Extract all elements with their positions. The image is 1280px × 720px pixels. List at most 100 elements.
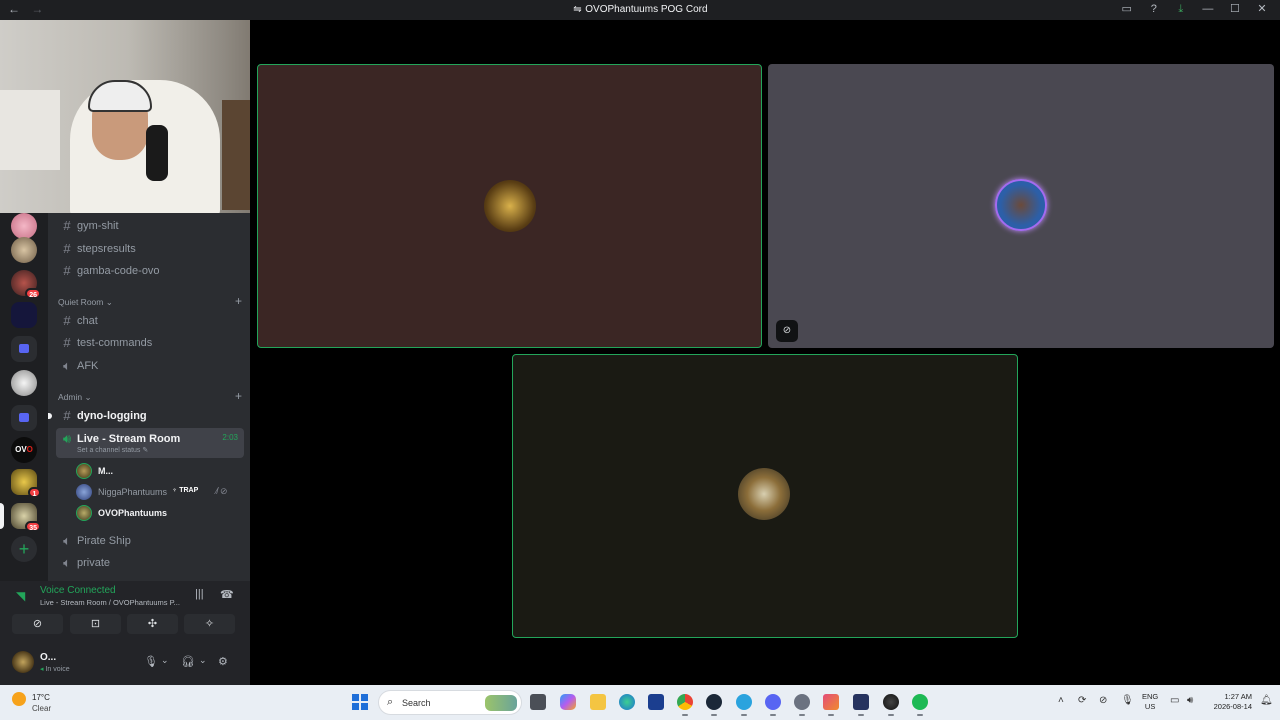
server-folder-1[interactable] — [11, 336, 37, 362]
server-icon-2[interactable] — [11, 237, 37, 263]
channel-private[interactable]: 🔈︎ private — [56, 552, 244, 574]
weather-widget[interactable]: 17°C Clear — [12, 690, 72, 716]
app-icon-red[interactable] — [883, 694, 899, 716]
add-channel-icon[interactable]: + — [235, 389, 242, 403]
chrome-icon[interactable] — [677, 694, 693, 716]
clock[interactable]: 1:27 AM 2026-08-14 — [1204, 692, 1252, 712]
server-icon-3[interactable]: 26 — [11, 270, 41, 299]
window-title: OVOPhantuums POG Cord — [585, 4, 708, 15]
chevron-down-icon[interactable]: ⌄ — [161, 655, 169, 666]
mention-badge: 35 — [25, 521, 41, 532]
channel-afk[interactable]: 🔈︎ AFK — [56, 355, 244, 377]
notification-bell-icon[interactable]: 🔔︎ — [1260, 695, 1273, 706]
display-icon[interactable]: ▭ — [1170, 695, 1179, 706]
category-label: Admin — [58, 392, 83, 402]
noise-suppression-icon[interactable]: ||| — [195, 588, 204, 600]
server-folder-2[interactable] — [11, 405, 37, 431]
clock-date: 2026-08-14 — [1213, 702, 1252, 711]
add-server-button[interactable]: + — [11, 536, 37, 562]
weather-temperature: 17°C — [32, 693, 50, 702]
microphone-icon[interactable]: 🎙︎ — [1121, 695, 1134, 706]
disconnect-icon[interactable]: ☎ — [220, 588, 234, 601]
taskbar-search[interactable]: ⌕ Search — [378, 690, 522, 715]
gear-icon[interactable]: ⚙ — [218, 655, 228, 668]
obs-icon[interactable] — [853, 694, 869, 716]
muted-deafened-icons: ⁄̸ ⊘ — [216, 486, 228, 496]
steam-icon[interactable] — [706, 694, 722, 716]
close-button[interactable]: ✕ — [1250, 2, 1274, 15]
participant-tile-3[interactable] — [512, 354, 1018, 638]
task-view-icon[interactable] — [530, 694, 546, 710]
discord-icon[interactable] — [765, 694, 781, 716]
chevron-down-icon: ⌄ — [105, 297, 113, 307]
folder-icon — [19, 344, 29, 353]
speaker-icon: 🔈︎ — [63, 555, 71, 570]
channel-label: Pirate Ship — [77, 535, 131, 547]
inbox-icon[interactable]: ▭ — [1115, 2, 1139, 15]
channel-chat[interactable]: # chat — [56, 310, 244, 332]
voice-member[interactable]: NiggaPhantuums ♆ TRAP ⁄̸ ⊘ — [76, 483, 241, 501]
minimize-button[interactable]: — — [1196, 3, 1220, 15]
soundboard-button[interactable]: ✧ — [184, 614, 235, 634]
category-admin[interactable]: Admin ⌄ + — [58, 389, 242, 403]
signal-icon[interactable]: ◥ — [16, 589, 25, 603]
server-icon-4[interactable] — [11, 302, 37, 328]
server-icon-pog[interactable]: 35 — [11, 503, 41, 532]
snipping-tool-icon[interactable] — [823, 694, 839, 716]
app-icon-yellow[interactable] — [648, 694, 664, 710]
avatar[interactable] — [12, 651, 34, 673]
voice-location[interactable]: Live - Stream Room / OVOPhantuums P... — [40, 598, 180, 607]
server-icon-1[interactable] — [11, 213, 37, 239]
channel-stepsresults[interactable]: # stepsresults — [56, 238, 244, 260]
maximize-button[interactable]: ☐ — [1223, 2, 1247, 15]
channel-label: stepsresults — [77, 243, 136, 255]
file-explorer-icon[interactable] — [590, 694, 606, 710]
microphone-icon[interactable]: 🎙︎ — [144, 655, 158, 668]
channel-test-commands[interactable]: # test-commands — [56, 332, 244, 354]
server-icon-ovo[interactable]: OVO — [11, 437, 37, 463]
channel-gamba-code-ovo[interactable]: # gamba-code-ovo — [56, 260, 244, 282]
telegram-icon[interactable] — [736, 694, 752, 716]
user-name[interactable]: O... — [40, 652, 56, 663]
help-icon[interactable]: ? — [1142, 3, 1166, 15]
screen-share-button[interactable]: ⊡ — [70, 614, 121, 634]
mention-badge: 1 — [28, 487, 41, 498]
channel-live-stream-room[interactable]: 🔊︎ Live - Stream Room 2:03 Set a channel… — [56, 428, 244, 458]
server-icon-5[interactable] — [11, 370, 37, 396]
weather-condition: Clear — [32, 704, 52, 713]
voice-stage: ⊘ — [250, 20, 1280, 685]
voice-member[interactable]: OVOPhantuums — [76, 504, 226, 522]
spotify-icon[interactable] — [912, 694, 928, 716]
channel-pirate-ship[interactable]: 🔈︎ Pirate Ship — [56, 530, 244, 552]
server-icon: ⇋ — [573, 4, 582, 15]
channel-label: dyno-logging — [77, 410, 147, 422]
voice-status[interactable]: Voice Connected — [40, 585, 116, 596]
camera-toggle-button[interactable]: ⊘ — [12, 614, 63, 634]
channel-status-prompt[interactable]: Set a channel status ✎ — [77, 446, 148, 454]
headphones-icon[interactable]: 🎧︎ — [181, 655, 195, 668]
network-off-icon[interactable]: ⊘ — [1099, 695, 1107, 706]
start-button[interactable] — [352, 694, 368, 710]
edge-icon[interactable] — [619, 694, 635, 710]
chevron-down-icon[interactable]: ⌄ — [199, 655, 207, 666]
channel-gym-shit[interactable]: # gym-shit — [56, 215, 244, 237]
settings-icon[interactable] — [794, 694, 810, 716]
participant-tile-1[interactable] — [257, 64, 762, 348]
channel-dyno-logging[interactable]: # dyno-logging — [56, 405, 244, 427]
copilot-icon[interactable] — [560, 694, 576, 710]
category-quiet-room[interactable]: Quiet Room ⌄ + — [58, 294, 242, 308]
voice-member[interactable]: M... — [76, 462, 226, 480]
hash-icon: # — [63, 263, 71, 278]
language-indicator[interactable]: ENG US — [1142, 692, 1158, 712]
participant-tile-2[interactable]: ⊘ — [768, 64, 1274, 348]
download-icon[interactable]: ⤓ — [1169, 3, 1193, 16]
role-tag: ♆ TRAP — [172, 487, 199, 494]
volume-icon[interactable]: 🔊︎ — [1187, 695, 1193, 706]
avatar — [76, 484, 92, 500]
add-channel-icon[interactable]: + — [235, 294, 242, 308]
tag-icon: ♆ — [172, 487, 178, 494]
server-icon-7[interactable]: 1 — [11, 469, 41, 498]
sync-icon[interactable]: ⟳ — [1078, 695, 1086, 706]
activities-button[interactable]: ✣ — [127, 614, 178, 634]
chevron-up-icon[interactable]: ˄ — [1058, 695, 1064, 706]
